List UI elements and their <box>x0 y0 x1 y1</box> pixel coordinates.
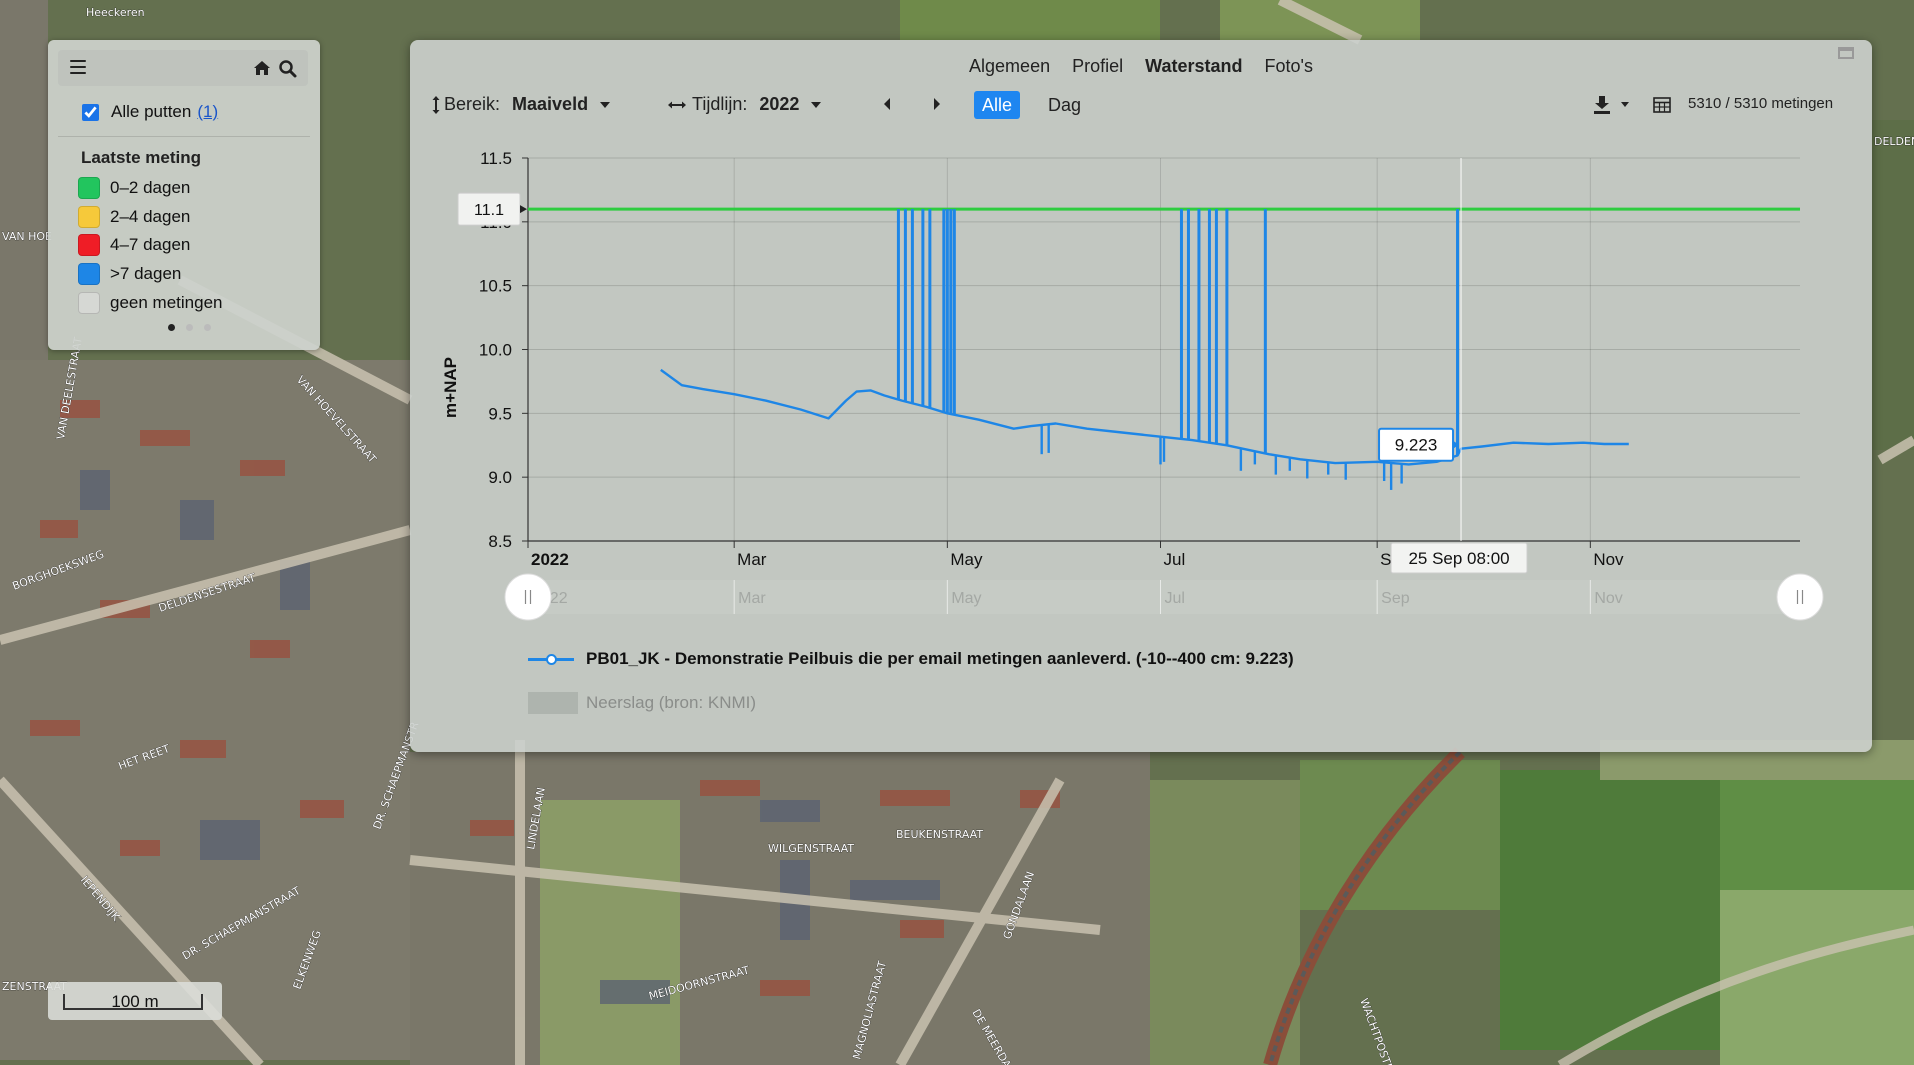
legend-swatch <box>78 177 100 200</box>
legend-item: 4–7 dagen <box>78 231 222 260</box>
map-scale-bar: 100 m <box>48 982 222 1020</box>
y-tick-label: 11.5 <box>480 149 512 168</box>
rain-legend-label: Neerslag (bron: KNMI) <box>586 693 757 712</box>
series-legend-item[interactable]: PB01_JK - Demonstratie Peilbuis die per … <box>528 649 1294 669</box>
all-wells-label: Alle putten <box>111 102 192 121</box>
legend-swatch <box>78 291 100 314</box>
navigator-label: Sep <box>1381 590 1410 607</box>
y-tick-label: 9.5 <box>488 404 512 423</box>
legend-item-label: 0–2 dagen <box>110 178 191 198</box>
tooltip-value: 9.223 <box>1395 436 1438 455</box>
water-level-chart[interactable]: 8.59.09.510.010.511.011.52022MarMayJulSe… <box>410 40 1872 640</box>
page-dot[interactable] <box>204 324 211 331</box>
menu-icon[interactable] <box>70 60 86 75</box>
divider <box>58 136 310 137</box>
legend-item: geen metingen <box>78 288 222 317</box>
legend-section-title: Laatste meting <box>81 148 201 167</box>
legend-item-label: 4–7 dagen <box>110 235 191 255</box>
navigator-handle[interactable] <box>1776 573 1824 621</box>
navigator-label: Jul <box>1165 590 1185 607</box>
y-tick-label: 8.5 <box>488 532 512 551</box>
all-wells-toggle[interactable]: Alle putten (1) <box>82 102 218 122</box>
all-wells-checkbox[interactable] <box>82 103 99 121</box>
navigator-label: Mar <box>738 590 766 607</box>
navigator-handle[interactable] <box>504 573 552 621</box>
reference-label: 11.1 <box>474 202 504 219</box>
legend-item: 0–2 dagen <box>78 174 222 203</box>
rain-legend-swatch <box>528 692 578 714</box>
legend-item: >7 dagen <box>78 260 222 289</box>
scale-bar-label: 100 m <box>111 992 159 1011</box>
legend-item-label: >7 dagen <box>110 264 182 284</box>
y-tick-label: 10.5 <box>479 277 512 296</box>
search-icon[interactable] <box>278 59 298 79</box>
legend-item-label: 2–4 dagen <box>110 206 191 226</box>
well-legend-panel: Alle putten (1) Laatste meting 0–2 dagen… <box>48 40 320 350</box>
legend-swatch <box>78 263 100 286</box>
x-tick-label: May <box>950 550 983 569</box>
rain-legend-item[interactable]: Neerslag (bron: KNMI) <box>528 692 756 714</box>
page-dots[interactable] <box>168 324 211 331</box>
well-detail-window: Algemeen Profiel Waterstand Foto's Bereik: … <box>410 40 1872 752</box>
map-label: WILGENSTRAAT <box>768 842 854 855</box>
map-label: Heeckeren <box>86 6 145 19</box>
map-label: VAN HOE <box>2 230 52 243</box>
series-line-symbol <box>528 653 574 665</box>
home-icon[interactable] <box>252 58 272 78</box>
all-wells-count-link[interactable]: (1) <box>197 102 218 122</box>
y-tick-label: 9.0 <box>488 468 512 487</box>
x-tick-label: 2022 <box>531 550 569 569</box>
page-dot[interactable] <box>168 324 175 331</box>
x-tick-label: Nov <box>1593 550 1624 569</box>
reference-marker <box>520 205 527 214</box>
page-dot[interactable] <box>186 324 193 331</box>
map-label: BEUKENSTRAAT <box>896 828 983 841</box>
legend-items: 0–2 dagen 2–4 dagen 4–7 dagen >7 dagen geen … <box>78 174 222 317</box>
legend-swatch <box>78 205 100 228</box>
navigator-label: Nov <box>1594 590 1622 607</box>
y-axis-label: m+NAP <box>441 357 460 418</box>
x-tick-label: Jul <box>1164 550 1186 569</box>
legend-swatch <box>78 234 100 257</box>
legend-item: 2–4 dagen <box>78 203 222 232</box>
legend-item-label: geen metingen <box>110 292 223 312</box>
tooltip-date: 25 Sep 08:00 <box>1408 549 1509 568</box>
map-label: DELDEN <box>1874 135 1914 148</box>
navigator-label: May <box>951 590 981 607</box>
x-tick-label: Mar <box>737 550 767 569</box>
y-tick-label: 10.0 <box>479 341 512 360</box>
series-legend-label: PB01_JK - Demonstratie Peilbuis die per … <box>586 649 1294 668</box>
series-line[interactable] <box>660 368 1629 466</box>
legend-toolbar <box>58 50 308 86</box>
